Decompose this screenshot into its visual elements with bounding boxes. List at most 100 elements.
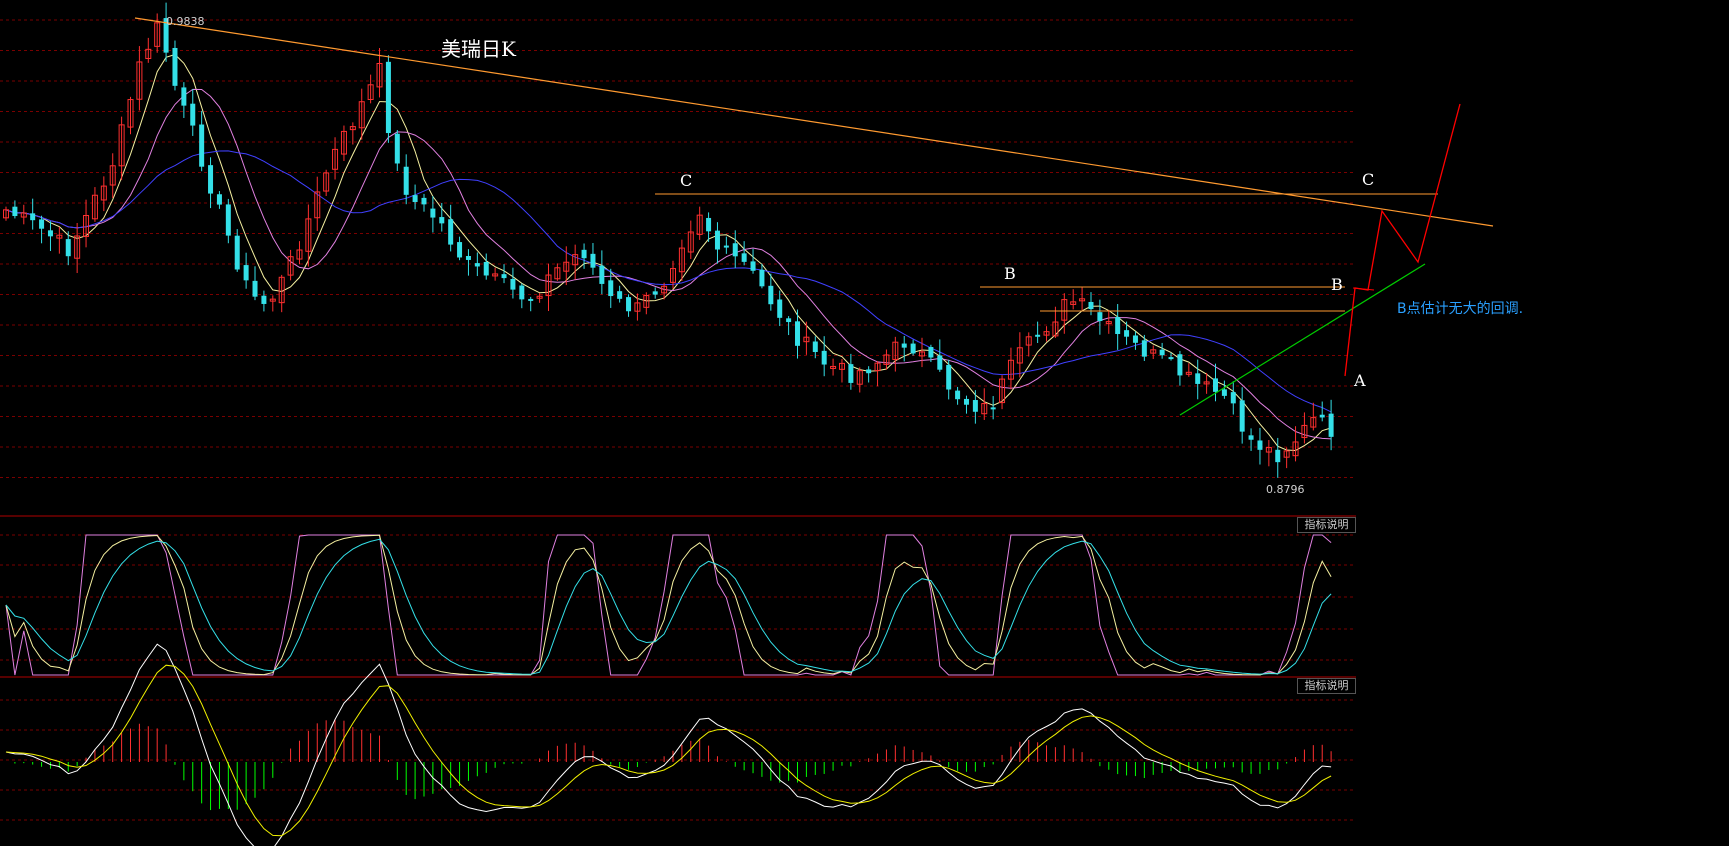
ma-20-line — [5, 150, 1332, 413]
candle-body — [394, 133, 400, 164]
kdj-line-0 — [5, 534, 1332, 676]
candle-body — [1097, 312, 1103, 322]
candle-body — [1239, 400, 1245, 432]
candle-body — [65, 239, 71, 257]
candle-body — [1159, 349, 1165, 356]
candle-body — [1328, 413, 1334, 437]
candle-body — [519, 285, 525, 300]
dif-line — [5, 643, 1332, 846]
candle-body — [448, 219, 454, 245]
candle-series — [3, 2, 1334, 478]
analysis-note: B点估计无大的回调. — [1397, 301, 1523, 317]
kdj-line-2 — [5, 538, 1332, 675]
candle-body — [590, 253, 596, 268]
candle-body — [812, 341, 818, 353]
candle-body — [1177, 354, 1183, 376]
kdj-line-1 — [5, 534, 1332, 676]
point-b-right: B — [1331, 275, 1343, 294]
candle-body — [1115, 317, 1121, 335]
candle-body — [795, 321, 801, 346]
candle-body — [768, 285, 774, 305]
candle-body — [990, 407, 996, 410]
candle-body — [706, 217, 712, 232]
candle-body — [385, 61, 391, 134]
candle-body — [750, 261, 756, 271]
candle-body — [786, 318, 792, 323]
candle-body — [465, 256, 471, 260]
candle-body — [252, 280, 258, 297]
candle-body — [439, 217, 445, 224]
candle-body — [848, 364, 854, 383]
candle-body — [1141, 340, 1147, 357]
candle-body — [412, 195, 418, 203]
candle-body — [199, 124, 205, 167]
candle-body — [723, 245, 729, 248]
candle-body — [1212, 378, 1218, 392]
candle-body — [617, 291, 623, 299]
candle-body — [821, 350, 827, 365]
candle-body — [243, 265, 249, 281]
candle-body — [963, 398, 969, 405]
candle-body — [937, 355, 943, 370]
candle-body — [866, 369, 872, 374]
candle-body — [261, 295, 267, 304]
chart-title: 美瑞日K — [441, 37, 517, 61]
candle-body — [430, 208, 436, 218]
macd-panel — [5, 643, 1332, 846]
candle-body — [47, 230, 53, 237]
kdj-panel — [5, 534, 1332, 676]
candle-body — [1035, 334, 1041, 337]
candle-body — [39, 219, 45, 229]
candle-body — [901, 343, 907, 348]
candle-body — [1124, 330, 1130, 337]
candlestick-chart: 美瑞日K 0.9838 0.8796 C B C B A B点估计无大的回调. — [0, 2, 1523, 846]
candle-body — [1168, 357, 1174, 360]
candle-body — [483, 261, 489, 276]
candle-body — [528, 298, 534, 301]
candle-body — [1248, 435, 1254, 440]
macd-indicator-info-button[interactable]: 指标说明 — [1297, 678, 1356, 694]
candle-body — [474, 263, 480, 267]
candle-body — [759, 269, 765, 287]
candle-body — [652, 291, 658, 295]
candle-body — [1088, 301, 1094, 310]
long-downtrend-line — [134, 17, 1494, 227]
moving-average-lines — [5, 53, 1332, 452]
candle-body — [421, 197, 427, 205]
candle-body — [1319, 414, 1325, 418]
candle-body — [1275, 449, 1281, 463]
candle-body — [190, 103, 196, 126]
kdj-indicator-info-button[interactable]: 指标说明 — [1297, 517, 1356, 533]
candle-body — [777, 299, 783, 318]
candle-body — [216, 194, 222, 205]
candle-body — [457, 242, 463, 258]
candle-body — [1195, 373, 1201, 384]
candle-body — [510, 278, 516, 290]
high-price-label: 0.9838 — [166, 15, 205, 28]
candle-body — [225, 204, 231, 236]
point-c-left: C — [680, 171, 692, 190]
candle-body — [714, 230, 720, 250]
candle-body — [234, 235, 240, 270]
candle-body — [1221, 389, 1227, 396]
candle-body — [910, 343, 916, 354]
ma-5-line — [5, 53, 1332, 452]
candle-body — [172, 47, 178, 86]
candle-body — [30, 213, 36, 221]
candle-body — [208, 165, 214, 194]
candle-body — [181, 87, 187, 106]
point-c-right: C — [1362, 170, 1374, 189]
candle-body — [1230, 392, 1236, 404]
candle-body — [626, 297, 632, 312]
candle-body — [928, 347, 934, 358]
point-a: A — [1353, 371, 1366, 390]
candle-body — [955, 390, 961, 400]
candle-body — [972, 400, 978, 412]
candle-body — [403, 166, 409, 195]
candle-body — [501, 274, 507, 279]
candle-body — [732, 243, 738, 257]
candle-body — [946, 364, 952, 390]
point-b-left: B — [1004, 264, 1016, 283]
candle-body — [1132, 335, 1138, 343]
forecast-path — [1344, 103, 1461, 377]
